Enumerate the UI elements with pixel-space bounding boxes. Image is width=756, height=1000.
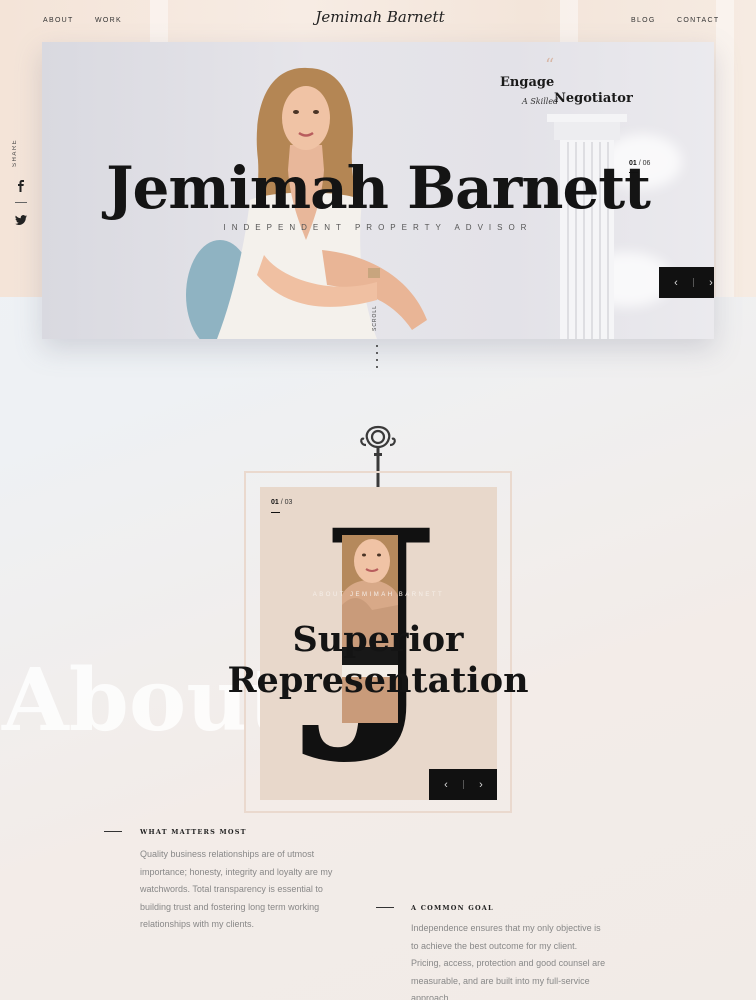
hero-banner: “ Engage A Skilled Negotiator Jemimah Ba…: [42, 42, 714, 339]
slide-current: 01: [629, 160, 637, 167]
common-goal-block: A Common Goal Independence ensures that …: [376, 903, 636, 1000]
next-arrow-icon[interactable]: ›: [464, 769, 497, 800]
what-matters-block: What Matters Most Quality business relat…: [104, 827, 364, 937]
tagline-negotiator: Negotiator: [554, 91, 633, 106]
body-line: Independence ensures that my only object…: [411, 923, 601, 933]
nav-blog[interactable]: Blog: [631, 17, 656, 24]
body-line: building trust and fostering long term w…: [140, 901, 320, 912]
body-line: relationships with my clients.: [140, 919, 255, 929]
about-slider-controls: ‹ ›: [429, 769, 497, 800]
body-line: Quality business relationships are of ut…: [140, 849, 315, 859]
prev-arrow-icon[interactable]: ‹: [429, 769, 463, 800]
share-divider: [15, 202, 27, 203]
nav-about[interactable]: About: [43, 17, 74, 24]
card-counter-underline: [271, 512, 280, 513]
next-arrow-icon[interactable]: ›: [694, 267, 714, 298]
body-line: to achieve the best outcome for my clien…: [411, 940, 578, 951]
tagline-a-skilled: A Skilled: [522, 97, 559, 106]
card-current: 01: [271, 499, 279, 506]
hero-slider-controls: ‹ ›: [659, 267, 714, 298]
top-nav: About Work Jemimah Barnett Blog Contact: [0, 0, 756, 42]
scroll-indicator-dots: [376, 345, 379, 373]
body-line: importance; honesty, integrity and loyal…: [140, 866, 333, 877]
block-body: Quality business relationships are of ut…: [140, 846, 332, 934]
counter-underline: [629, 172, 638, 173]
scroll-indicator-label[interactable]: SCROLL: [372, 305, 378, 331]
share-label: SHARE: [12, 138, 18, 168]
nav-work[interactable]: Work: [95, 17, 122, 24]
tagline-engage: Engage: [500, 75, 555, 90]
facebook-icon[interactable]: [15, 180, 27, 192]
heading-dash: [376, 907, 394, 908]
heading-dash: [104, 831, 122, 832]
twitter-icon[interactable]: [15, 214, 27, 226]
quote-mark: “: [545, 55, 555, 76]
body-line: measurable, and are built into my full-s…: [411, 975, 590, 986]
nav-contact[interactable]: Contact: [677, 17, 719, 24]
body-line: Pricing, access, protection and good cou…: [411, 958, 606, 968]
section-heading: Superior Representation: [227, 619, 529, 701]
slide-total: / 06: [638, 160, 651, 167]
prev-arrow-icon[interactable]: ‹: [659, 267, 693, 298]
block-heading: A Common Goal: [411, 904, 494, 912]
slide-counter: 01 / 06: [629, 160, 650, 167]
site-logo[interactable]: Jemimah Barnett: [300, 8, 460, 26]
hero-subtitle: Independent Property Advisor: [223, 223, 533, 232]
block-body: Independence ensures that my only object…: [411, 920, 605, 1000]
card-label: About Jemimah Barnett: [312, 592, 445, 598]
backdrop-column: [716, 0, 734, 297]
body-line: approach.: [411, 993, 452, 1000]
body-line: watchwords. Total transparency is essent…: [140, 884, 323, 894]
hero-title: Jemimah Barnett: [106, 154, 651, 222]
block-heading: What Matters Most: [140, 828, 247, 836]
